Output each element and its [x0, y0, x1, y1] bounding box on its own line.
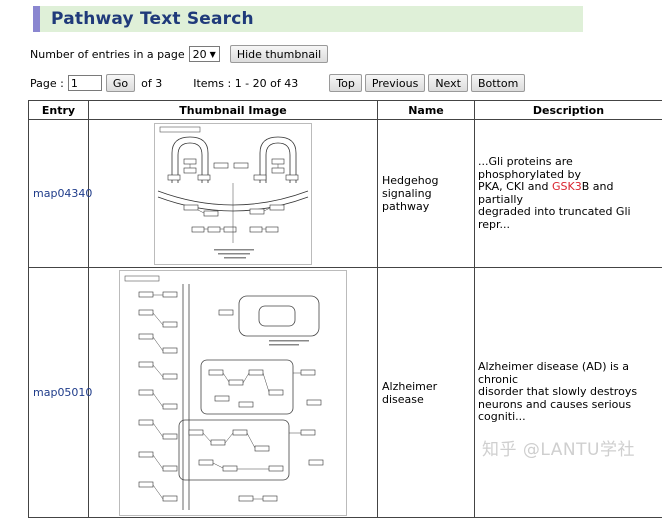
- page-count-text: of 3: [141, 77, 162, 90]
- column-header-entry: Entry: [29, 101, 89, 120]
- thumbnail-cell: [89, 120, 378, 268]
- entry-cell: map04340: [29, 120, 89, 268]
- pathway-thumbnail-image[interactable]: [119, 270, 347, 516]
- page-header: Pathway Text Search: [33, 6, 583, 32]
- description-line: Alzheimer disease (AD) is a chronic: [478, 361, 661, 386]
- next-button[interactable]: Next: [428, 74, 468, 92]
- description-line: ...Gli proteins are phosphorylated by: [478, 156, 661, 181]
- description-line: degraded into truncated Gli repr...: [478, 206, 661, 231]
- entry-link[interactable]: map04340: [33, 187, 92, 200]
- page-number-input[interactable]: 1: [68, 75, 102, 91]
- description-line: disorder that slowly destroys: [478, 386, 661, 399]
- bottom-button[interactable]: Bottom: [471, 74, 525, 92]
- entries-control-row: Number of entries in a page 20 ▼ Hide th…: [30, 45, 328, 63]
- description-line: cogniti...: [478, 411, 661, 424]
- column-header-name: Name: [378, 101, 475, 120]
- table-row: map05010: [29, 268, 662, 518]
- column-header-thumbnail: Thumbnail Image: [89, 101, 378, 120]
- name-cell: Hedgehog signaling pathway: [378, 120, 475, 268]
- entries-per-page-label: Number of entries in a page: [30, 48, 185, 61]
- description-line: PKA, CKI and GSK3B and partially: [478, 181, 661, 206]
- column-header-description: Description: [475, 101, 662, 120]
- entries-per-page-value: 20: [193, 48, 207, 61]
- entries-per-page-select[interactable]: 20 ▼: [189, 46, 220, 62]
- pathway-name-line: signaling pathway: [382, 187, 473, 213]
- table-row: map04340: [29, 120, 662, 268]
- watermark: 知乎 @LANTU学社: [482, 435, 635, 460]
- pathway-thumbnail-image[interactable]: [154, 123, 312, 265]
- description-cell: Alzheimer disease (AD) is a chronic diso…: [475, 268, 662, 518]
- description-text: PKA, CKI and: [478, 180, 552, 193]
- pagination-row: Page : 1 Go of 3 Items : 1 - 20 of 43 To…: [30, 74, 525, 92]
- top-button[interactable]: Top: [329, 74, 362, 92]
- pathway-name-line: Hedgehog: [382, 174, 473, 187]
- page-title: Pathway Text Search: [51, 9, 254, 29]
- entry-link[interactable]: map05010: [33, 386, 92, 399]
- thumbnail-cell: [89, 268, 378, 518]
- page-label: Page :: [30, 77, 64, 90]
- previous-button[interactable]: Previous: [365, 74, 426, 92]
- dropdown-caret-icon: ▼: [210, 50, 216, 59]
- name-cell: Alzheimer disease: [378, 268, 475, 518]
- hide-thumbnail-button[interactable]: Hide thumbnail: [230, 45, 328, 63]
- entry-cell: map05010: [29, 268, 89, 518]
- items-range-text: Items : 1 - 20 of 43: [193, 77, 298, 90]
- pathway-name-line: Alzheimer disease: [382, 380, 473, 406]
- go-button[interactable]: Go: [106, 74, 135, 92]
- table-header-row: Entry Thumbnail Image Name Description: [29, 101, 662, 120]
- highlighted-term: GSK3: [552, 180, 582, 193]
- description-cell: ...Gli proteins are phosphorylated by PK…: [475, 120, 662, 268]
